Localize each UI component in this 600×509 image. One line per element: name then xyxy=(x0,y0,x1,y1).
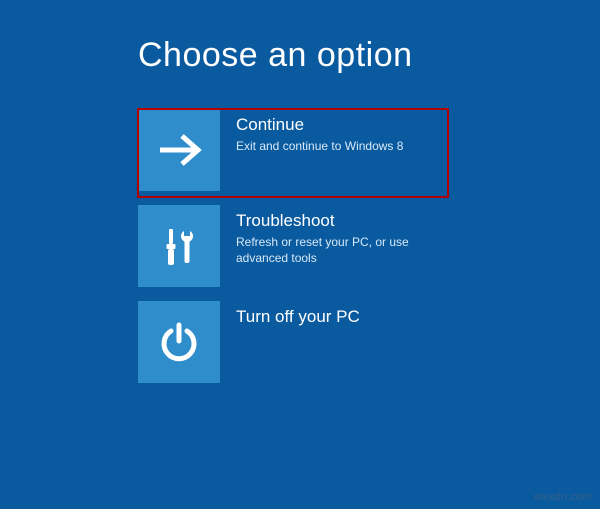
option-turn-off[interactable]: Turn off your PC xyxy=(138,301,448,389)
option-continue-tile xyxy=(138,109,220,191)
option-troubleshoot[interactable]: Troubleshoot Refresh or reset your PC, o… xyxy=(138,205,448,293)
power-icon xyxy=(154,317,204,367)
option-turn-off-tile xyxy=(138,301,220,383)
option-troubleshoot-text: Troubleshoot Refresh or reset your PC, o… xyxy=(220,205,448,266)
option-description: Refresh or reset your PC, or use advance… xyxy=(236,234,436,266)
option-troubleshoot-tile xyxy=(138,205,220,287)
option-turn-off-text: Turn off your PC xyxy=(220,301,448,330)
option-title: Troubleshoot xyxy=(236,211,438,231)
option-continue-text: Continue Exit and continue to Windows 8 xyxy=(220,109,448,154)
tools-icon xyxy=(154,221,204,271)
option-description: Exit and continue to Windows 8 xyxy=(236,138,436,154)
winre-choose-option-screen: Choose an option Continue Exit and conti… xyxy=(0,0,600,389)
option-title: Turn off your PC xyxy=(236,307,438,327)
options-list: Continue Exit and continue to Windows 8 xyxy=(138,109,560,389)
option-title: Continue xyxy=(236,115,438,135)
arrow-right-icon xyxy=(154,125,204,175)
option-continue[interactable]: Continue Exit and continue to Windows 8 xyxy=(138,109,448,197)
page-title: Choose an option xyxy=(138,36,560,75)
watermark: wsxdn.com xyxy=(534,491,592,503)
